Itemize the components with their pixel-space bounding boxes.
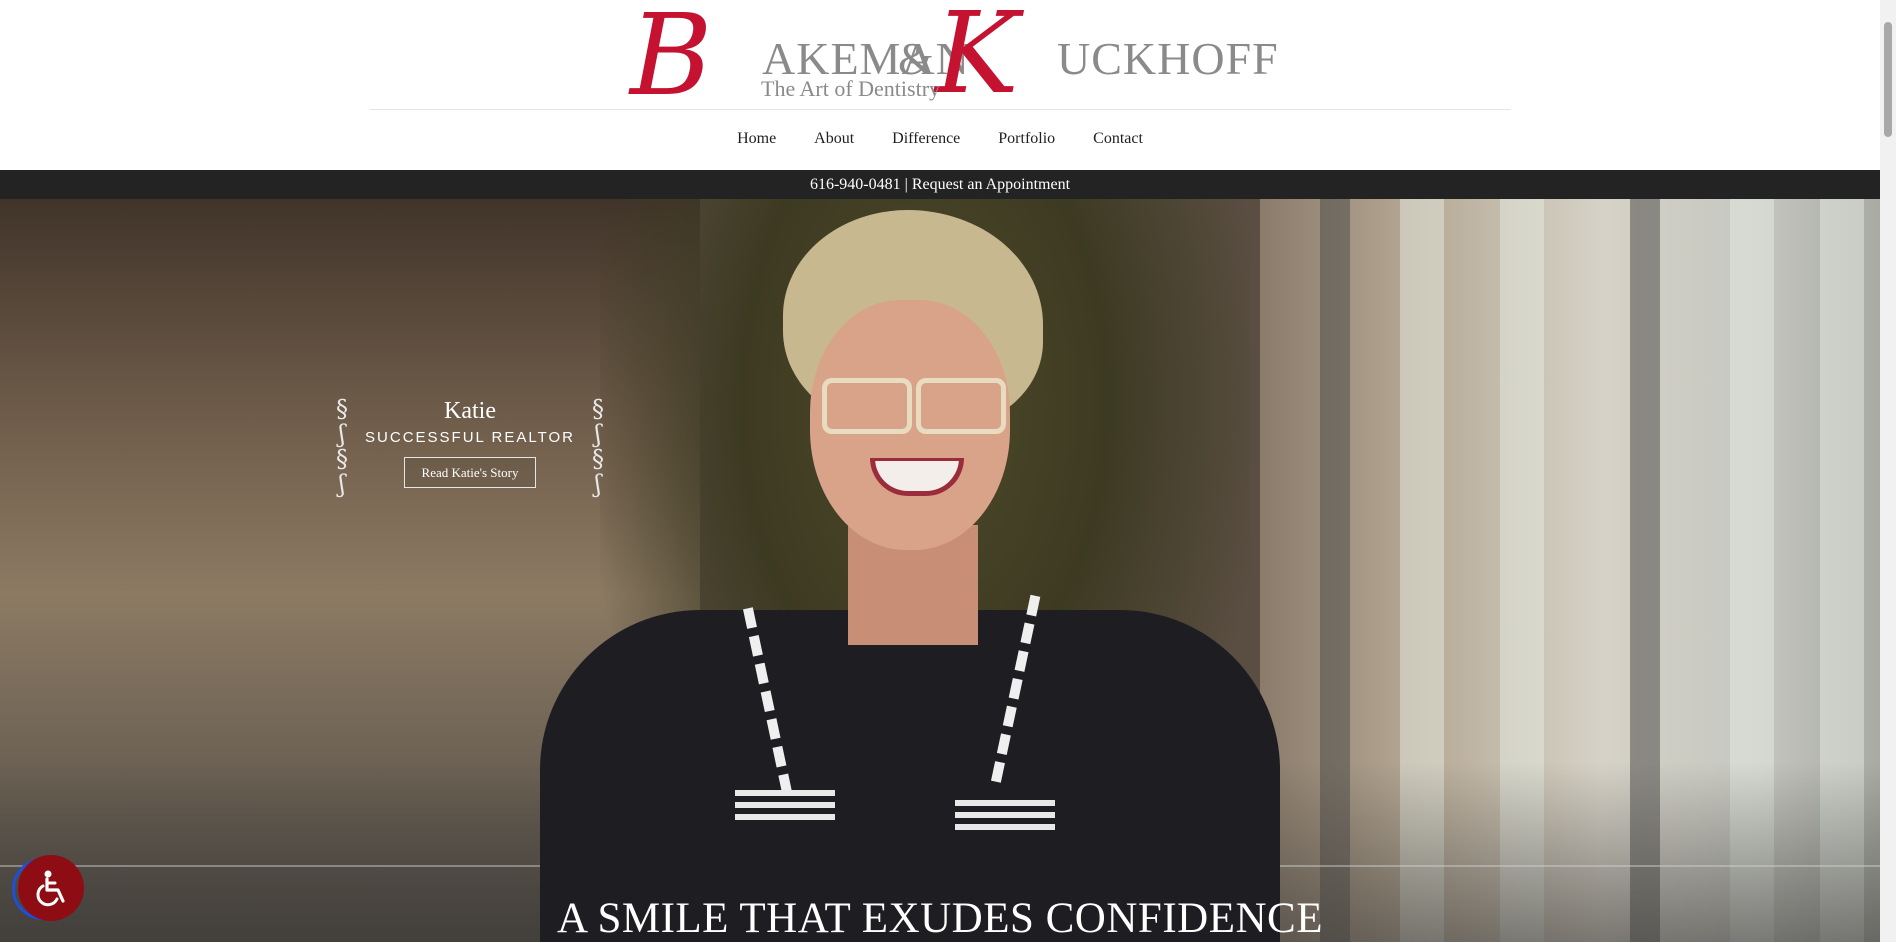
- request-appointment-link[interactable]: Request an Appointment: [912, 176, 1070, 193]
- wheelchair-icon: [36, 870, 65, 907]
- site-header: B AKEMAN & K UCKHOFF The Art of Dentistr…: [0, 0, 1880, 170]
- site-logo[interactable]: B AKEMAN & K UCKHOFF The Art of Dentistr…: [630, 0, 1278, 119]
- blouse-stripe: [955, 824, 1055, 830]
- testimonial-name: Katie: [444, 398, 496, 424]
- header-divider: [370, 109, 1511, 110]
- blouse-stripe: [735, 814, 835, 820]
- scroll-ornament-icon: § ʃ § ʃ: [592, 395, 604, 498]
- contact-bar-separator: |: [904, 176, 908, 193]
- blouse-stripe: [735, 790, 835, 796]
- nav-item-portfolio[interactable]: Portfolio: [998, 130, 1055, 148]
- accessibility-button[interactable]: [18, 855, 84, 921]
- logo-initial-b: B: [630, 0, 713, 121]
- blouse-stripe: [955, 800, 1055, 806]
- testimonial-caption: § ʃ § ʃ Katie SUCCESSFUL REALTOR Read Katie…: [330, 397, 610, 497]
- logo-word-kuckhoff: UCKHOFF: [1057, 33, 1279, 84]
- blouse-stripe: [955, 812, 1055, 818]
- blouse-stripe: [735, 802, 835, 808]
- hero-headline: A SMILE THAT EXUDES CONFIDENCE: [557, 895, 1323, 942]
- portrait-glasses-right: [916, 378, 1006, 434]
- nav-item-about[interactable]: About: [814, 130, 854, 148]
- contact-bar: 616-940-0481 | Request an Appointment: [0, 170, 1880, 199]
- main-nav: Home About Difference Portfolio Contact: [0, 130, 1880, 148]
- nav-item-difference[interactable]: Difference: [892, 130, 960, 148]
- portrait-glasses-left: [822, 378, 912, 434]
- logo-tagline: The Art of Dentistry: [761, 76, 941, 101]
- logo-initial-k: K: [935, 0, 1019, 119]
- hero-banner: § ʃ § ʃ Katie SUCCESSFUL REALTOR Read Katie…: [0, 170, 1880, 942]
- hero-portrait: [370, 200, 1410, 942]
- phone-number-link[interactable]: 616-940-0481: [810, 176, 901, 193]
- portrait-blouse: [540, 610, 1280, 942]
- read-story-button[interactable]: Read Katie's Story: [404, 457, 536, 488]
- scrollbar-thumb[interactable]: [1884, 22, 1892, 137]
- page-scrollbar[interactable]: [1880, 0, 1896, 942]
- nav-item-home[interactable]: Home: [737, 130, 776, 148]
- testimonial-role: SUCCESSFUL REALTOR: [365, 429, 575, 446]
- nav-item-contact[interactable]: Contact: [1093, 130, 1143, 148]
